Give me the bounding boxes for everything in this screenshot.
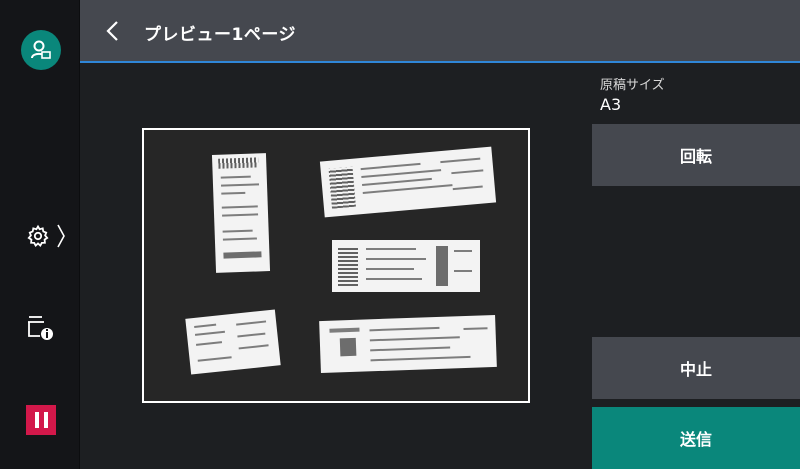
rotate-button[interactable]: 回転 [592,124,800,186]
user-icon [31,40,51,59]
chevron-right-icon [57,224,65,248]
stop-button[interactable] [26,405,56,435]
scan-preview [142,128,530,403]
receipt-image-3 [332,240,480,292]
page-title: プレビュー1ページ [144,25,296,45]
settings-button[interactable] [26,218,76,254]
receipt-image-1 [211,153,271,273]
receipt-image-2 [319,146,497,218]
back-arrow-icon [106,21,118,41]
stop-icon-bar-right [43,412,48,428]
cancel-button[interactable]: 中止 [592,337,800,399]
job-status-icon [28,316,53,340]
receipt-image-5 [319,314,497,374]
original-size-label: 原稿サイズ [600,78,665,93]
header-bar: プレビュー1ページ [80,0,800,63]
original-size-value: A3 [600,95,622,114]
send-button[interactable]: 送信 [592,407,800,469]
stop-icon-bar-left [34,412,39,428]
user-button[interactable] [21,30,61,70]
side-rail [0,0,80,469]
gear-icon [27,224,49,248]
job-status-button[interactable] [26,312,58,344]
back-button[interactable] [98,16,128,46]
receipt-image-4 [185,309,281,375]
